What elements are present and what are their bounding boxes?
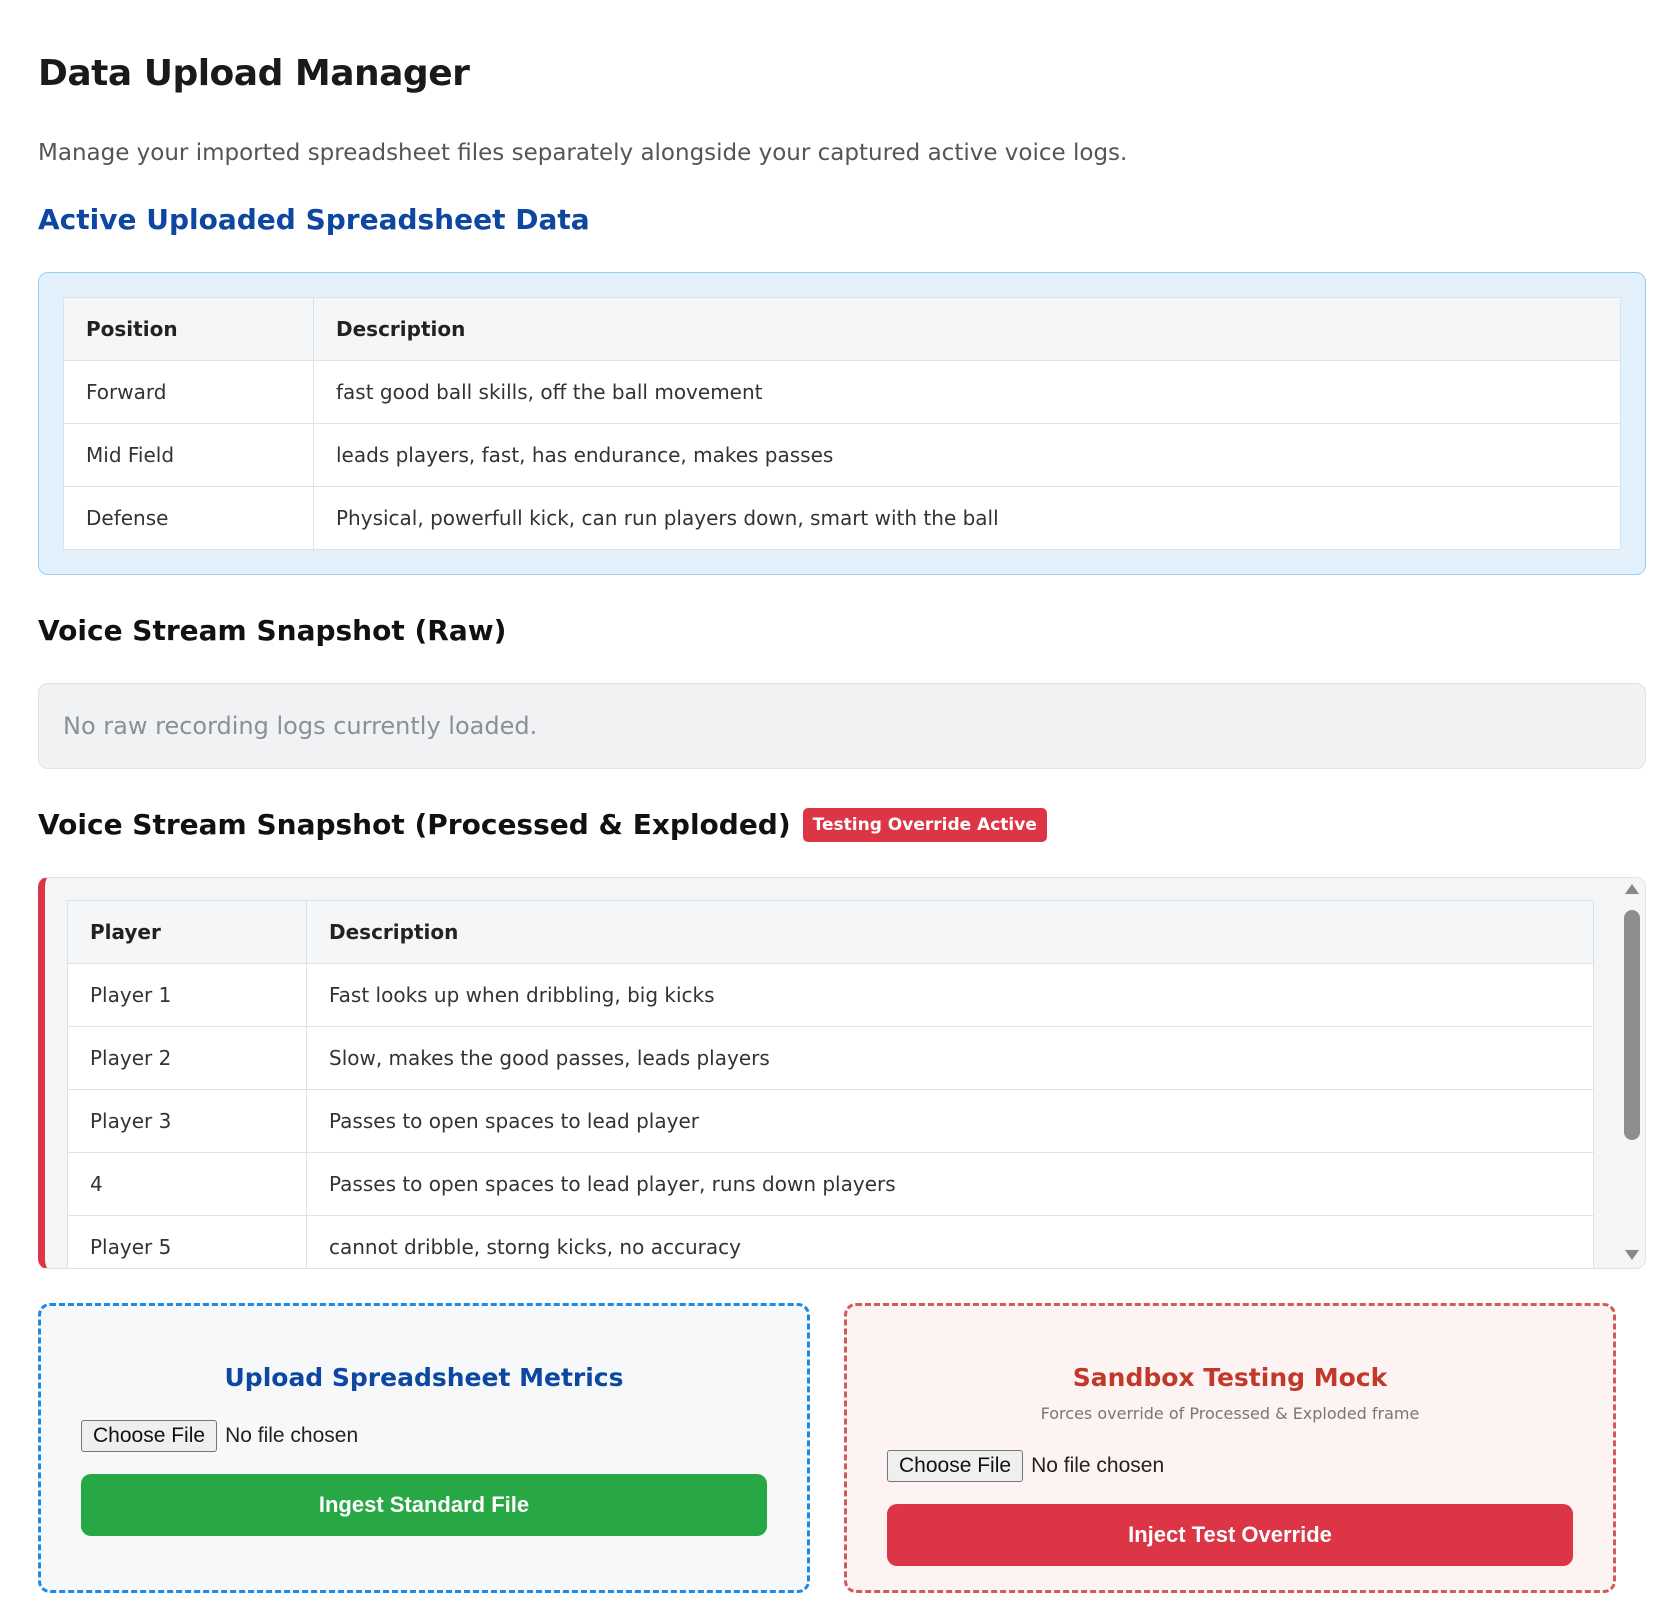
spreadsheet-panel: Position Description Forward fast good b… xyxy=(38,272,1646,575)
file-status-text: No file chosen xyxy=(225,1424,359,1447)
table-cell: Slow, makes the good passes, leads playe… xyxy=(306,1026,1594,1090)
table-cell: cannot dribble, storng kicks, no accurac… xyxy=(306,1215,1594,1268)
table-cell: Forward xyxy=(63,360,314,424)
page-subtitle: Manage your imported spreadsheet files s… xyxy=(38,140,1128,166)
voice-processed-heading: Voice Stream Snapshot (Processed & Explo… xyxy=(38,807,1616,843)
column-header-player: Player xyxy=(67,900,307,964)
table-header-row: Player Description xyxy=(67,900,1594,964)
sandbox-testing-card: Sandbox Testing Mock Forces override of … xyxy=(844,1303,1616,1593)
scroll-down-arrow-icon[interactable] xyxy=(1625,1250,1639,1260)
table-cell: Defense xyxy=(63,486,314,550)
table-cell: Player 2 xyxy=(67,1026,307,1090)
ingest-standard-file-button[interactable]: Ingest Standard File xyxy=(81,1474,767,1536)
table-cell: Player 3 xyxy=(67,1089,307,1153)
scrollbar-thumb[interactable] xyxy=(1624,910,1640,1140)
table-row: Mid Field leads players, fast, has endur… xyxy=(63,423,1621,487)
override-file-input[interactable]: Choose File No file chosen xyxy=(887,1450,1164,1482)
table-row: Forward fast good ball skills, off the b… xyxy=(63,360,1621,424)
sandbox-card-title: Sandbox Testing Mock xyxy=(1072,1363,1388,1392)
inject-test-override-button[interactable]: Inject Test Override xyxy=(887,1504,1573,1566)
table-row: Player 1 Fast looks up when dribbling, b… xyxy=(67,963,1594,1027)
voice-processed-scroll-area: Player Description Player 1 Fast looks u… xyxy=(67,900,1594,1268)
spreadsheet-heading: Active Uploaded Spreadsheet Data xyxy=(38,203,590,236)
spreadsheet-table: Position Description Forward fast good b… xyxy=(63,297,1621,550)
column-header-position: Position xyxy=(63,297,314,361)
table-row: Defense Physical, powerfull kick, can ru… xyxy=(63,486,1621,550)
table-row: 4 Passes to open spaces to lead player, … xyxy=(67,1152,1594,1216)
choose-file-button[interactable]: Choose File xyxy=(887,1450,1024,1482)
table-cell: Passes to open spaces to lead player, ru… xyxy=(306,1152,1594,1216)
file-status-text: No file chosen xyxy=(1031,1454,1165,1477)
table-row: Player 3 Passes to open spaces to lead p… xyxy=(67,1089,1594,1153)
table-cell: 4 xyxy=(67,1152,307,1216)
table-cell: Fast looks up when dribbling, big kicks xyxy=(306,963,1594,1027)
table-cell: Mid Field xyxy=(63,423,314,487)
column-header-description: Description xyxy=(306,900,1594,964)
scroll-up-arrow-icon[interactable] xyxy=(1625,884,1639,894)
table-cell: fast good ball skills, off the ball move… xyxy=(313,360,1621,424)
voice-processed-table: Player Description Player 1 Fast looks u… xyxy=(67,900,1594,1268)
upload-card-title: Upload Spreadsheet Metrics xyxy=(224,1363,624,1392)
page-title: Data Upload Manager xyxy=(38,53,470,94)
voice-raw-heading-text: Voice Stream Snapshot (Raw) xyxy=(38,614,507,647)
voice-raw-empty-state: No raw recording logs currently loaded. xyxy=(38,683,1646,769)
voice-raw-heading: Voice Stream Snapshot (Raw) xyxy=(38,613,1616,649)
table-row: Player 2 Slow, makes the good passes, le… xyxy=(67,1026,1594,1090)
column-header-description: Description xyxy=(313,297,1621,361)
choose-file-button[interactable]: Choose File xyxy=(81,1420,218,1452)
spreadsheet-file-input[interactable]: Choose File No file chosen xyxy=(81,1420,358,1452)
table-cell: Player 1 xyxy=(67,963,307,1027)
table-cell: Passes to open spaces to lead player xyxy=(306,1089,1594,1153)
table-header-row: Position Description xyxy=(63,297,1621,361)
table-row: Player 5 cannot dribble, storng kicks, n… xyxy=(67,1215,1594,1268)
upload-cards: Upload Spreadsheet Metrics Choose File N… xyxy=(38,1303,1616,1593)
page: Data Upload Manager Manage your imported… xyxy=(0,0,1654,1593)
voice-processed-heading-text: Voice Stream Snapshot (Processed & Explo… xyxy=(38,808,791,841)
table-cell: Physical, powerfull kick, can run player… xyxy=(313,486,1621,550)
sandbox-card-subtitle: Forces override of Processed & Exploded … xyxy=(1040,1404,1420,1423)
upload-spreadsheet-card: Upload Spreadsheet Metrics Choose File N… xyxy=(38,1303,810,1593)
vertical-scrollbar[interactable] xyxy=(1619,878,1645,1268)
table-cell: leads players, fast, has endurance, make… xyxy=(313,423,1621,487)
voice-processed-panel[interactable]: Player Description Player 1 Fast looks u… xyxy=(38,877,1646,1269)
override-status-badge: Testing Override Active xyxy=(802,808,1047,842)
table-cell: Player 5 xyxy=(67,1215,307,1268)
